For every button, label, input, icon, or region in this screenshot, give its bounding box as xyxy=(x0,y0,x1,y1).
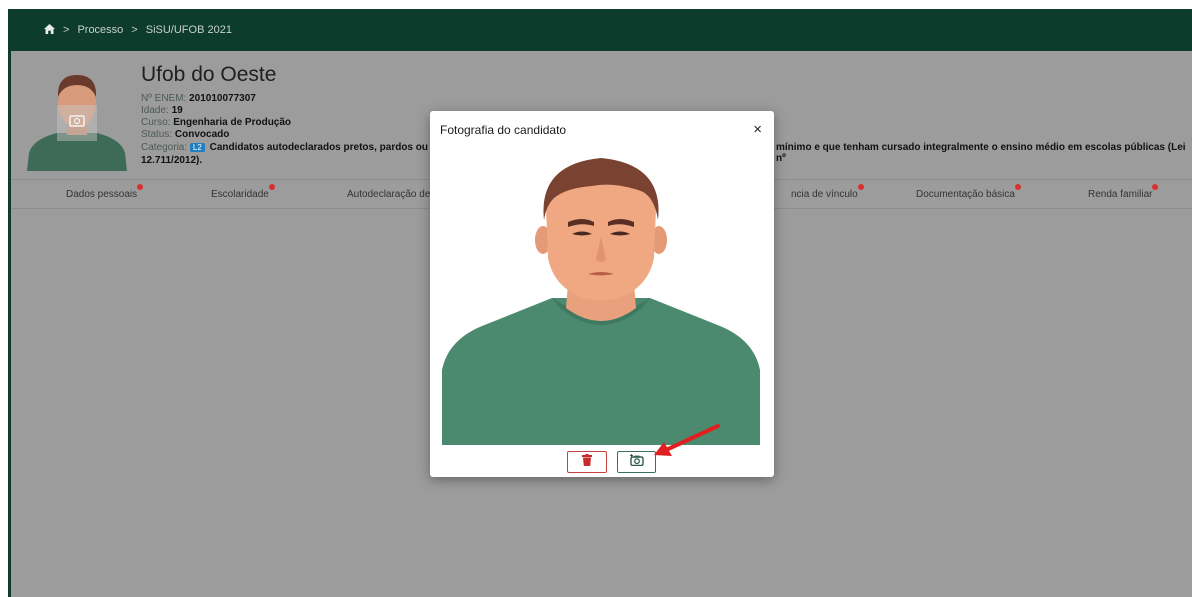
candidate-name: Ufob do Oeste xyxy=(141,63,277,86)
course-row: Curso: Engenharia de Produção xyxy=(141,117,291,128)
pending-dot xyxy=(268,184,275,190)
breadcrumb-separator: > xyxy=(63,24,70,36)
tab-label: Renda familiar xyxy=(1088,189,1153,200)
status-label: Status: xyxy=(141,129,173,140)
photo-modal: Fotografia do candidato × xyxy=(430,111,774,477)
close-icon[interactable]: × xyxy=(753,121,762,138)
category-row-line2: 12.711/2012). xyxy=(141,155,202,166)
breadcrumb-sisu[interactable]: SiSU/UFOB 2021 xyxy=(146,24,232,36)
tab-renda-familiar[interactable]: Renda familiar xyxy=(1088,184,1159,200)
red-arrow-annotation xyxy=(654,424,720,456)
delete-photo-button[interactable] xyxy=(567,451,607,473)
enem-label: Nº ENEM: xyxy=(141,93,187,104)
age-row: Idade: 19 xyxy=(141,105,183,116)
pending-dot xyxy=(137,184,144,190)
category-text-left: Candidatos autodeclarados pretos, pardos… xyxy=(209,142,446,153)
course-value: Engenharia de Produção xyxy=(173,117,292,128)
breadcrumb-processo[interactable]: Processo xyxy=(77,24,123,36)
modal-title: Fotografia do candidato xyxy=(440,123,567,137)
category-row-right: mínimo e que tenham cursado integralment… xyxy=(776,142,1192,164)
tab-escolaridade[interactable]: Escolaridade xyxy=(211,184,275,200)
home-icon[interactable] xyxy=(44,23,55,37)
tab-label: Documentação básica xyxy=(916,189,1015,200)
enem-row: Nº ENEM: 201010077307 xyxy=(141,93,256,104)
pending-dot xyxy=(1014,184,1021,190)
tab-documentacao-basica[interactable]: Documentação básica xyxy=(916,184,1021,200)
enem-value: 201010077307 xyxy=(189,93,256,104)
tab-vinculo[interactable]: ncia de vínculo xyxy=(791,184,864,200)
category-text-line2: 12.711/2012). xyxy=(141,155,203,166)
status-value: Convocado xyxy=(174,129,230,140)
age-value: 19 xyxy=(171,105,183,116)
tab-dados-pessoais[interactable]: Dados pessoais xyxy=(66,184,144,200)
pending-dot xyxy=(857,184,864,190)
trash-icon xyxy=(582,453,592,471)
course-label: Curso: xyxy=(141,117,171,128)
breadcrumb-separator: > xyxy=(131,24,138,36)
status-row: Status: Convocado xyxy=(141,129,229,140)
category-label: Categoria: xyxy=(141,142,188,153)
category-badge: L2 xyxy=(189,143,205,152)
age-label: Idade: xyxy=(141,105,169,116)
add-photo-camera-icon xyxy=(629,453,644,471)
tab-label: ncia de vínculo xyxy=(791,189,858,200)
category-text-right: mínimo e que tenham cursado integralment… xyxy=(776,142,1186,164)
tab-label: Dados pessoais xyxy=(66,189,138,200)
candidate-photo xyxy=(442,148,760,445)
avatar[interactable] xyxy=(21,61,133,171)
breadcrumb: > Processo > SiSU/UFOB 2021 xyxy=(11,9,1192,51)
pending-dot xyxy=(1152,184,1159,190)
window-top-strip xyxy=(0,0,1192,8)
tab-label: Escolaridade xyxy=(211,189,269,200)
category-row: Categoria: L2 Candidatos autodeclarados … xyxy=(141,142,446,153)
